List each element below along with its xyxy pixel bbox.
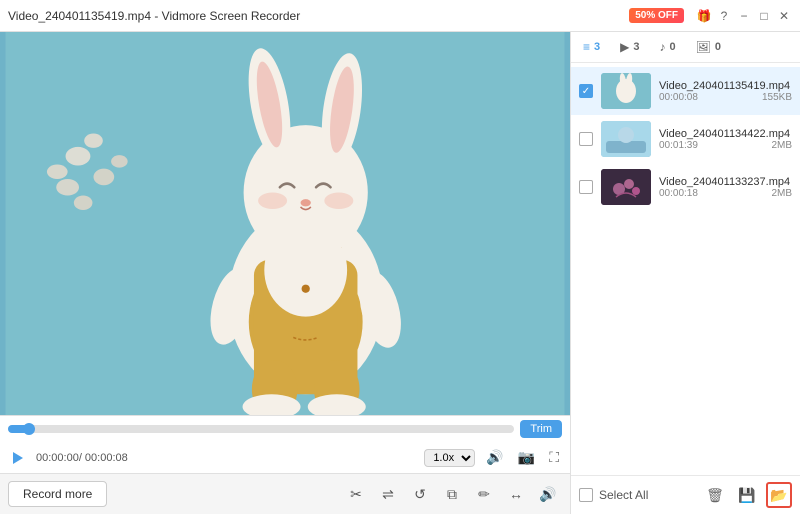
item-name-3: Video_240401133237.mp4 — [659, 176, 792, 188]
delete-button[interactable]: 🗑 — [702, 482, 728, 508]
reverse-tool[interactable]: ↔ — [502, 480, 530, 508]
progress-thumb[interactable] — [23, 423, 35, 435]
merge-tool[interactable]: ⇌ — [374, 480, 402, 508]
item-info-3: Video_240401133237.mp4 00:00:18 2MB — [659, 176, 792, 199]
item-duration-1: 00:00:08 — [659, 92, 698, 103]
left-panel: Trim 00:00:00/ 00:00:08 0.5x 1.0x 1.5x 2… — [0, 32, 570, 514]
item-duration-2: 00:01:39 — [659, 140, 698, 151]
select-all-label: Select All — [599, 488, 696, 502]
audio-tool[interactable]: 🔊 — [534, 480, 562, 508]
app-title: Video_240401135419.mp4 - Vidmore Screen … — [8, 9, 300, 23]
item-meta-3: 00:00:18 2MB — [659, 188, 792, 199]
tab-image[interactable]: 🖼 0 — [692, 38, 725, 56]
list-actions: Select All 🗑 💾 📂 — [571, 475, 800, 514]
clip-tool[interactable]: ⧉ — [438, 480, 466, 508]
tabs-bar: ≡ 3 ▶ 3 ♪ 0 🖼 0 — [571, 32, 800, 63]
list-icon: ≡ — [583, 40, 590, 54]
thumb-svg-3 — [601, 169, 651, 205]
fullscreen-button[interactable]: ⛶ — [546, 446, 562, 469]
progress-bar[interactable] — [8, 425, 514, 433]
bottom-tools: ✂ ⇌ ↺ ⧉ ✏ ↔ 🔊 — [342, 480, 562, 508]
item-checkbox-2[interactable] — [579, 132, 593, 146]
audio-icon: ♪ — [660, 40, 666, 54]
promo-badge[interactable]: 50% OFF — [629, 8, 684, 23]
list-item[interactable]: Video_240401133237.mp4 00:00:18 2MB — [571, 163, 800, 211]
list-item[interactable]: Video_240401134422.mp4 00:01:39 2MB — [571, 115, 800, 163]
controls-area: Trim 00:00:00/ 00:00:08 0.5x 1.0x 1.5x 2… — [0, 415, 570, 473]
title-bar-right: 50% OFF 🎁 ? − □ ✕ — [629, 8, 792, 24]
item-size-1: 155KB — [762, 92, 792, 103]
bottom-bar: Record more ✂ ⇌ ↺ ⧉ ✏ ↔ 🔊 — [0, 473, 570, 514]
record-more-button[interactable]: Record more — [8, 481, 107, 507]
maximize-button[interactable]: □ — [756, 8, 772, 24]
gift-button[interactable]: 🎁 — [696, 8, 712, 24]
cut-tool[interactable]: ✂ — [342, 480, 370, 508]
select-all-checkbox[interactable] — [579, 488, 593, 502]
image-count: 0 — [715, 41, 721, 53]
minimize-button[interactable]: − — [736, 8, 752, 24]
item-thumb-2 — [601, 121, 651, 157]
tab-video[interactable]: ▶ 3 — [616, 38, 643, 56]
right-panel: ≡ 3 ▶ 3 ♪ 0 🖼 0 ✓ — [570, 32, 800, 514]
item-thumb-3 — [601, 169, 651, 205]
item-meta-2: 00:01:39 2MB — [659, 140, 792, 151]
video-frame — [0, 32, 570, 415]
item-size-2: 2MB — [771, 140, 792, 151]
item-thumb-1 — [601, 73, 651, 109]
play-icon — [10, 450, 26, 466]
tab-list[interactable]: ≡ 3 — [579, 38, 604, 56]
edit-tool[interactable]: ✏ — [470, 480, 498, 508]
time-display: 00:00:00/ 00:00:08 — [36, 452, 128, 464]
thumb-svg-1 — [601, 73, 651, 109]
save-button[interactable]: 💾 — [734, 482, 760, 508]
main-layout: Trim 00:00:00/ 00:00:08 0.5x 1.0x 1.5x 2… — [0, 32, 800, 514]
speed-select[interactable]: 0.5x 1.0x 1.5x 2.0x — [424, 449, 475, 467]
trim-bar: Trim — [0, 416, 570, 442]
item-info-1: Video_240401135419.mp4 00:00:08 155KB — [659, 80, 792, 103]
item-meta-1: 00:00:08 155KB — [659, 92, 792, 103]
video-icon: ▶ — [620, 40, 629, 54]
help-button[interactable]: ? — [716, 8, 732, 24]
open-folder-button[interactable]: 📂 — [766, 482, 792, 508]
title-bar: Video_240401135419.mp4 - Vidmore Screen … — [0, 0, 800, 32]
item-info-2: Video_240401134422.mp4 00:01:39 2MB — [659, 128, 792, 151]
tab-audio[interactable]: ♪ 0 — [656, 38, 680, 56]
video-count: 3 — [633, 41, 639, 53]
play-button[interactable] — [8, 448, 28, 468]
title-bar-left: Video_240401135419.mp4 - Vidmore Screen … — [8, 9, 300, 23]
thumb-svg-2 — [601, 121, 651, 157]
volume-button[interactable]: 🔊 — [483, 446, 506, 469]
audio-count: 0 — [670, 41, 676, 53]
item-checkbox-1[interactable]: ✓ — [579, 84, 593, 98]
list-item[interactable]: ✓ Video_240401135419.mp4 00:00:08 155KB — [571, 67, 800, 115]
playback-controls: 00:00:00/ 00:00:08 0.5x 1.0x 1.5x 2.0x 🔊… — [0, 442, 570, 473]
item-duration-3: 00:00:18 — [659, 188, 698, 199]
video-area — [0, 32, 570, 415]
item-size-3: 2MB — [771, 188, 792, 199]
item-name-2: Video_240401134422.mp4 — [659, 128, 792, 140]
screenshot-button[interactable]: 📷 — [515, 446, 538, 469]
trim-button[interactable]: Trim — [520, 420, 562, 438]
media-list: ✓ Video_240401135419.mp4 00:00:08 155KB — [571, 63, 800, 475]
rotate-tool[interactable]: ↺ — [406, 480, 434, 508]
list-count: 3 — [594, 41, 600, 53]
item-name-1: Video_240401135419.mp4 — [659, 80, 792, 92]
close-button[interactable]: ✕ — [776, 8, 792, 24]
image-icon: 🖼 — [696, 40, 711, 54]
item-checkbox-3[interactable] — [579, 180, 593, 194]
video-content — [0, 32, 570, 415]
